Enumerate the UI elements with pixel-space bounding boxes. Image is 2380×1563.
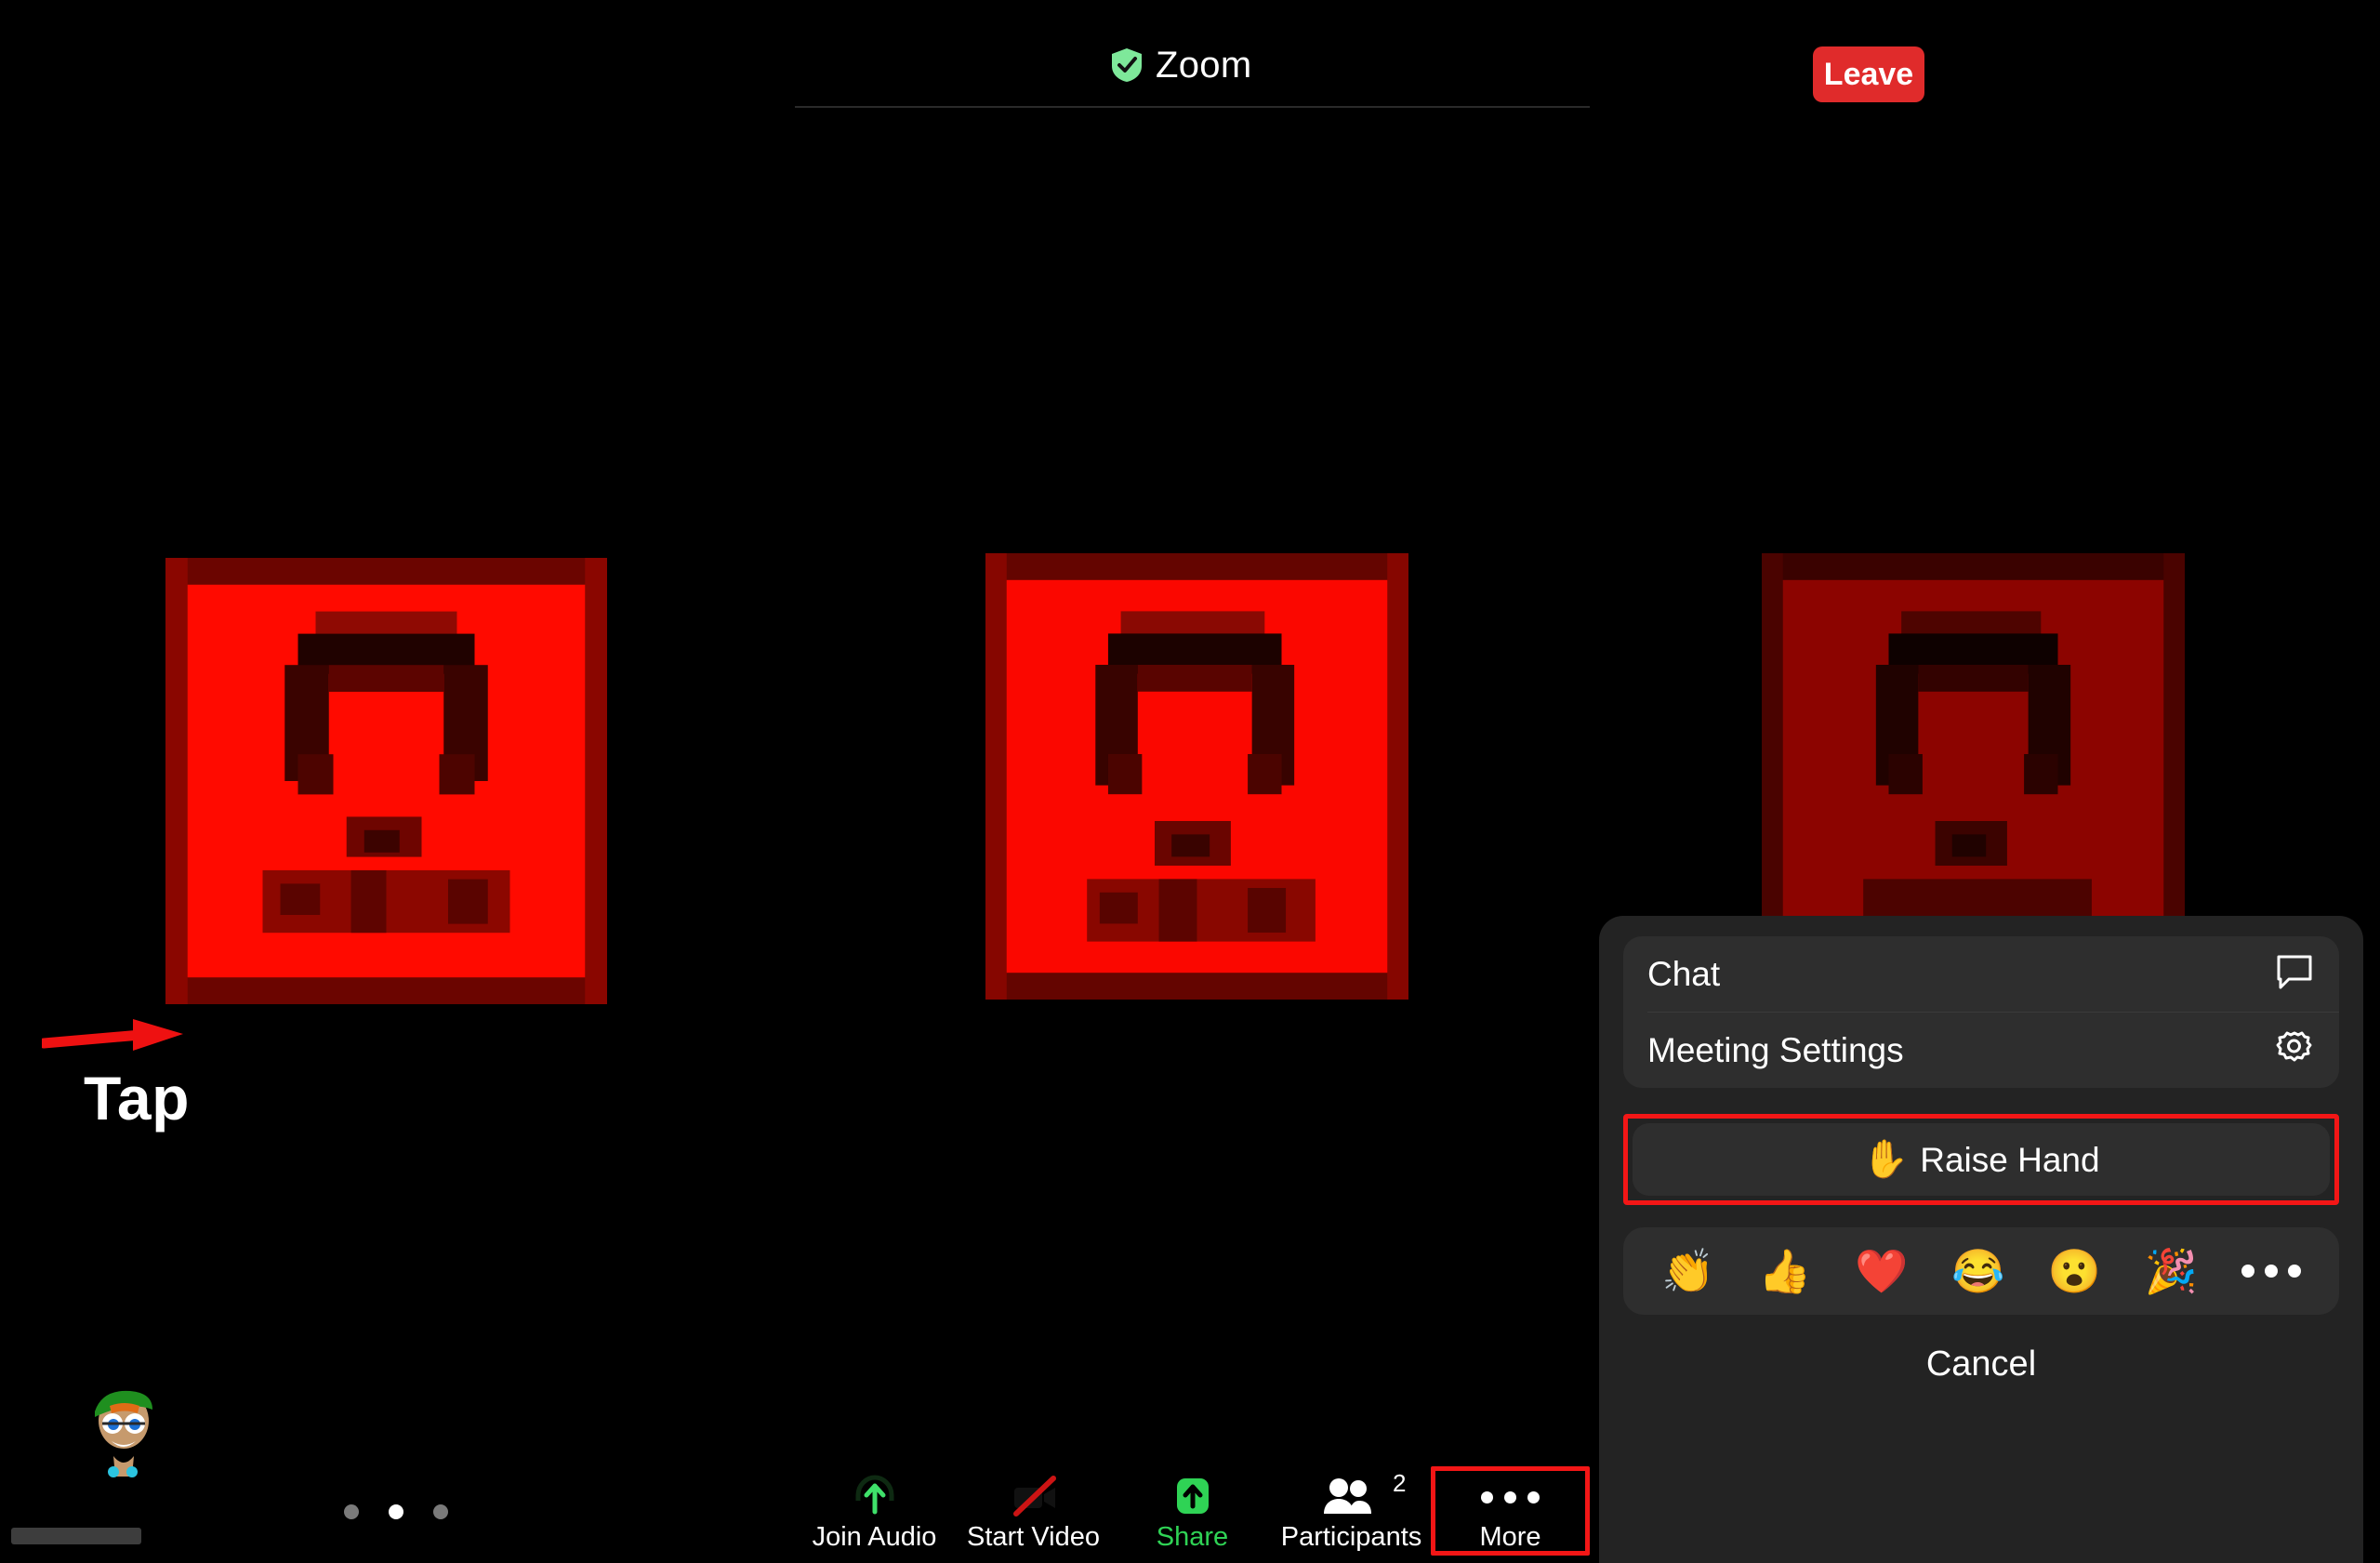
join-audio-label: Join Audio xyxy=(812,1522,937,1552)
raise-hand-label: Raise Hand xyxy=(1920,1140,2100,1179)
thumbs-up-emoji[interactable]: 👍 xyxy=(1758,1250,1811,1292)
open-mouth-emoji[interactable]: 😮 xyxy=(2048,1250,2101,1292)
sheet-options-card: Chat Meeting Settings xyxy=(1623,936,2339,1088)
party-popper-emoji[interactable]: 🎉 xyxy=(2145,1250,2198,1292)
home-indicator xyxy=(11,1528,141,1544)
share-button[interactable]: Share xyxy=(1113,1469,1272,1563)
participants-label: Participants xyxy=(1280,1522,1422,1552)
start-video-button[interactable]: Start Video xyxy=(954,1469,1113,1563)
more-action-sheet: Chat Meeting Settings ✋ Raise Hand 👏 👍 ❤… xyxy=(1599,916,2363,1563)
more-button[interactable]: More xyxy=(1431,1466,1590,1563)
gear-icon xyxy=(2274,1027,2315,1073)
share-up-arrow-icon xyxy=(1169,1475,1217,1519)
participants-count-badge: 2 xyxy=(1393,1469,1407,1497)
page-dot-2[interactable] xyxy=(389,1504,403,1519)
cancel-button[interactable]: Cancel xyxy=(1623,1346,2339,1382)
meeting-top-bar: Zoom Leave xyxy=(795,0,1924,108)
share-label: Share xyxy=(1156,1522,1229,1552)
sheet-item-meeting-settings[interactable]: Meeting Settings xyxy=(1623,1013,2339,1088)
chat-label: Chat xyxy=(1647,955,1721,993)
raised-hand-icon: ✋ xyxy=(1862,1139,1910,1180)
zoom-meeting-screen: Zoom Leave Tap Join Audio Start Video Sh… xyxy=(0,0,2380,1563)
raise-hand-highlight-box: ✋ Raise Hand xyxy=(1623,1114,2339,1205)
clap-emoji[interactable]: 👏 xyxy=(1661,1250,1714,1292)
red-arrow-right-icon xyxy=(42,1019,183,1051)
leave-button[interactable]: Leave xyxy=(1813,46,1924,102)
headphone-up-arrow-icon xyxy=(851,1475,899,1519)
meeting-bottom-toolbar: Join Audio Start Video Share 2 Participa… xyxy=(795,1466,1590,1563)
meeting-title-group: Zoom xyxy=(1111,46,1251,84)
shield-check-icon xyxy=(1111,47,1143,83)
page-indicator-dots[interactable] xyxy=(344,1504,448,1519)
camera-off-icon xyxy=(1005,1475,1063,1519)
meeting-settings-label: Meeting Settings xyxy=(1647,1031,1904,1069)
reactions-bar: 👏 👍 ❤️ 😂 😮 🎉 xyxy=(1623,1227,2339,1315)
more-reactions-ellipsis-icon[interactable] xyxy=(2241,1265,2301,1278)
participant-video-tile-1[interactable] xyxy=(165,558,607,1004)
participants-icon: 2 xyxy=(1321,1471,1407,1519)
tap-annotation: Tap xyxy=(42,1019,251,1153)
raise-hand-button[interactable]: ✋ Raise Hand xyxy=(1633,1123,2330,1196)
more-label: More xyxy=(1479,1522,1541,1552)
joy-emoji[interactable]: 😂 xyxy=(1951,1250,2004,1292)
app-title: Zoom xyxy=(1156,45,1252,86)
heart-emoji[interactable]: ❤️ xyxy=(1855,1250,1908,1292)
sheet-item-chat[interactable]: Chat xyxy=(1623,936,2339,1012)
pixelated-video-feed xyxy=(165,558,607,1004)
join-audio-button[interactable]: Join Audio xyxy=(795,1469,954,1563)
tap-label: Tap xyxy=(84,1064,190,1133)
chat-bubble-icon xyxy=(2274,951,2315,997)
page-dot-1[interactable] xyxy=(344,1504,359,1519)
participant-video-tile-2[interactable] xyxy=(985,553,1408,1000)
participants-button[interactable]: 2 Participants xyxy=(1272,1469,1431,1563)
page-dot-3[interactable] xyxy=(433,1504,448,1519)
start-video-label: Start Video xyxy=(967,1522,1100,1552)
pixelated-video-feed xyxy=(985,553,1408,1000)
ellipsis-icon xyxy=(1481,1475,1540,1519)
avatar xyxy=(82,1384,165,1481)
